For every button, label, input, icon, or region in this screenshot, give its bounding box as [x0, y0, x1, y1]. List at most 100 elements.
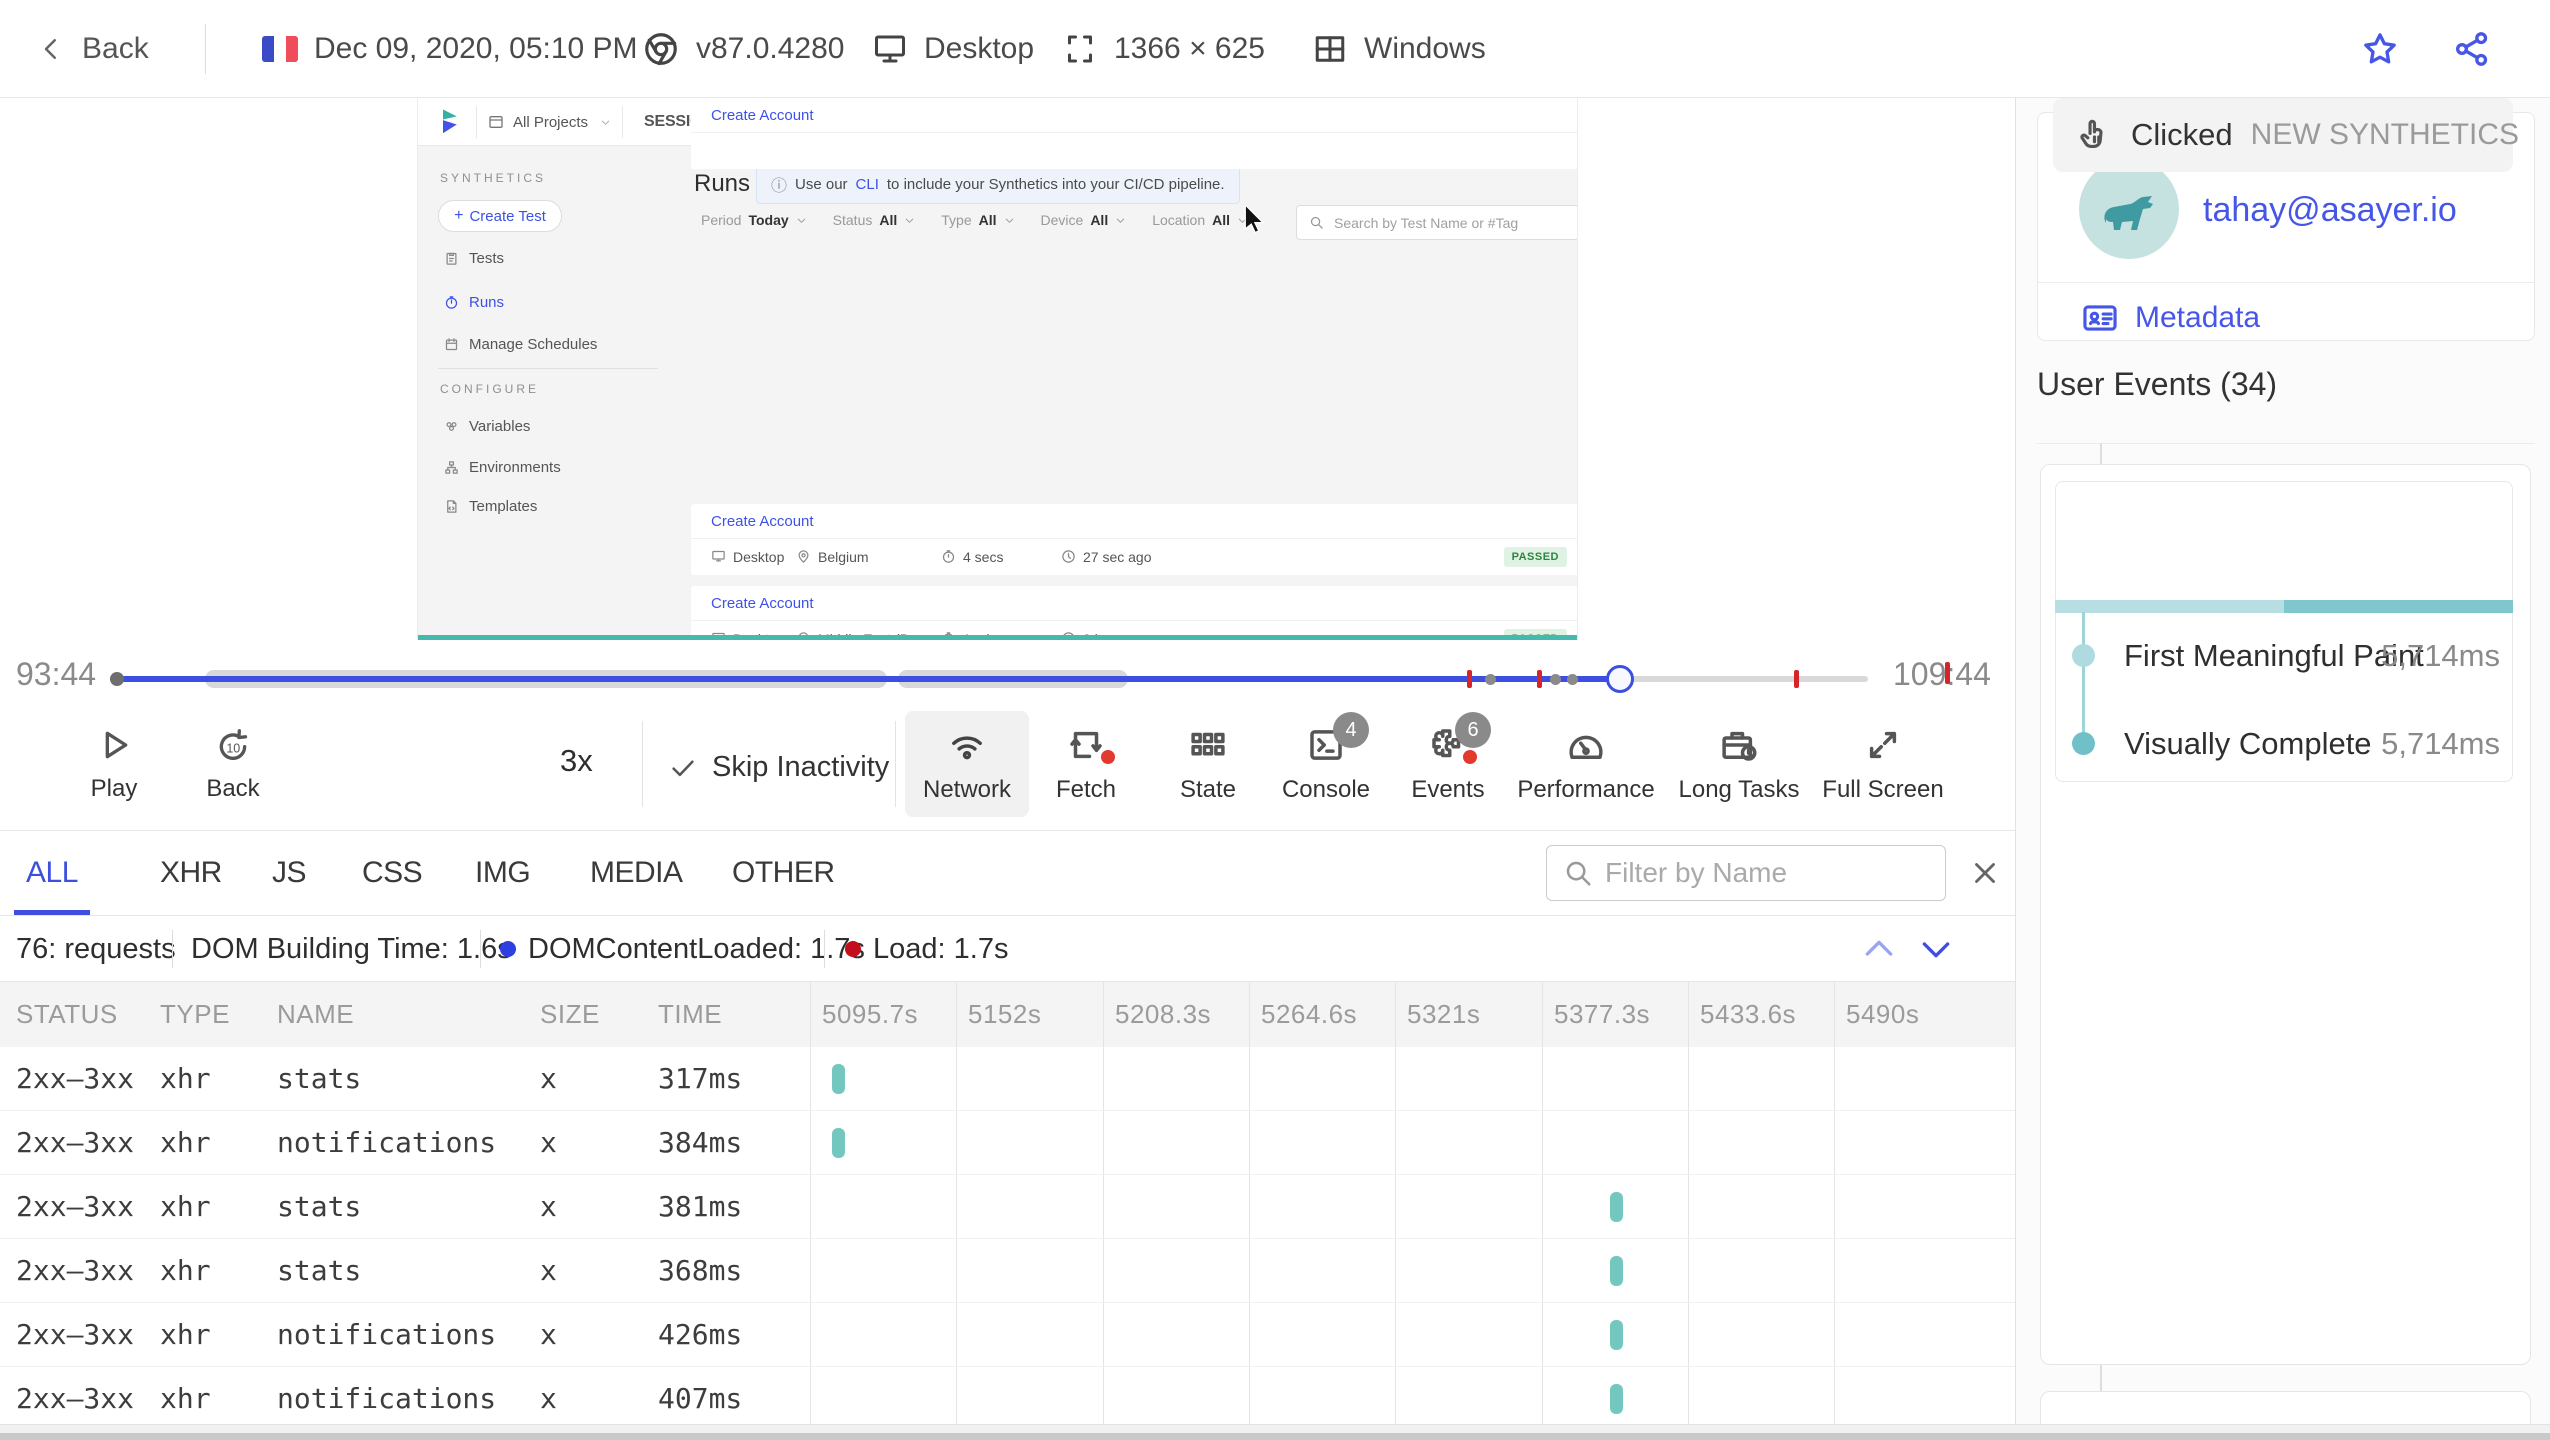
dcl-dot-icon: [500, 941, 516, 957]
click-hand-icon: [2075, 116, 2113, 154]
divider: [2037, 443, 2535, 444]
chevron-left-icon: [36, 34, 66, 64]
app-logo-icon: [438, 98, 468, 146]
filter-device: Device All: [1041, 212, 1127, 228]
app-side-runs: Runs: [444, 294, 504, 311]
event-clicked[interactable]: Clicked NEW SYNTHETICS: [2053, 98, 2519, 172]
timeline-progress: [110, 676, 1621, 682]
panel-events[interactable]: 6 Events: [1386, 711, 1510, 817]
skip-inactivity-toggle[interactable]: Skip Inactivity: [668, 751, 889, 784]
user-events-title: User Events (34): [2037, 366, 2278, 402]
error-marker-icon: [1467, 670, 1473, 688]
divider: [642, 721, 643, 807]
divider: [2038, 282, 2534, 283]
replayed-app-screenshot: All Projects SESSIONS ERRORS SYNTHETICS …: [417, 98, 1578, 640]
network-filter: [1546, 845, 1946, 901]
tab-css[interactable]: CSS: [350, 831, 434, 915]
speed-toggle[interactable]: 3x: [560, 743, 593, 779]
visually-complete-value: 5,714ms: [2381, 726, 2500, 761]
jump-next-button[interactable]: [1913, 926, 1959, 972]
metadata-button[interactable]: Metadata: [2081, 299, 2260, 337]
replay-viewport: All Projects SESSIONS ERRORS SYNTHETICS …: [0, 98, 2015, 640]
fullscreen-icon: [1862, 724, 1904, 766]
tick-label: 5321s: [1407, 999, 1481, 1029]
col-status: STATUS: [16, 999, 118, 1029]
request-row[interactable]: 2xx–3xx xhr notifications x 426ms: [0, 1303, 2015, 1367]
screen-size-icon: [1062, 31, 1098, 67]
play-icon: [94, 725, 134, 765]
network-table: 2xx–3xx xhr stats x 317ms 2xx–3xx xhr notifica…: [0, 1047, 2015, 1431]
tick-label: 5095.7s: [822, 999, 919, 1029]
divider: [172, 930, 173, 968]
panel-console[interactable]: 4 Console: [1264, 711, 1388, 817]
back-10-button[interactable]: 10 Back: [171, 711, 295, 817]
browser-info: v87.0.4280: [642, 0, 844, 98]
request-row[interactable]: 2xx–3xx xhr stats x 381ms: [0, 1175, 2015, 1239]
tab-all[interactable]: ALL: [14, 831, 90, 915]
waterfall-bar: [831, 1128, 845, 1158]
state-grid-icon: [1187, 724, 1229, 766]
divider: [438, 368, 658, 369]
panel-fetch[interactable]: Fetch: [1024, 711, 1148, 817]
back-button[interactable]: Back: [36, 0, 149, 98]
app-side-section2: CONFIGURE: [440, 382, 539, 396]
error-marker-icon: [1794, 670, 1800, 688]
speed-progress-light: [2055, 600, 2284, 613]
top-bar: Back Dec 09, 2020, 05:10 PM v87.0.4280 D…: [0, 0, 2550, 98]
event-marker-icon: [1484, 674, 1496, 685]
share-button[interactable]: [2452, 0, 2492, 98]
project-name: All Projects: [513, 113, 589, 131]
panel-performance[interactable]: Performance: [1517, 711, 1655, 817]
request-row[interactable]: 2xx–3xx xhr stats x 317ms: [0, 1047, 2015, 1111]
date-label: Dec 09, 2020, 05:10 PM: [314, 32, 638, 65]
tab-media[interactable]: MEDIA: [578, 831, 695, 915]
run-name-link: Create Account: [711, 106, 814, 124]
request-row[interactable]: 2xx–3xx xhr notifications x 384ms: [0, 1111, 2015, 1175]
filter-by-name-input[interactable]: [1605, 857, 1905, 889]
close-panel-button[interactable]: [1962, 850, 2008, 896]
panel-long-tasks[interactable]: Long Tasks: [1677, 711, 1801, 817]
error-marker-icon: [1945, 662, 1950, 684]
event-marker-icon: [1549, 674, 1561, 685]
user-email-link[interactable]: tahay@asayer.io: [2203, 191, 2457, 230]
favorite-button[interactable]: [2360, 0, 2400, 98]
app-search-box: Search by Test Name or #Tag: [1296, 205, 1577, 240]
tick-label: 5264.6s: [1261, 999, 1358, 1029]
jump-prev-button[interactable]: [1856, 926, 1902, 972]
device-info: Desktop: [872, 0, 1034, 98]
tab-xhr[interactable]: XHR: [148, 831, 234, 915]
device-label: Desktop: [924, 32, 1035, 65]
timeline-track[interactable]: [110, 665, 1868, 693]
waterfall-bar: [1610, 1192, 1624, 1222]
tick-label: 5433.6s: [1700, 999, 1797, 1029]
panel-state[interactable]: State: [1146, 711, 1270, 817]
panel-network[interactable]: Network: [905, 711, 1029, 817]
col-type: TYPE: [160, 999, 230, 1029]
app-search-placeholder: Search by Test Name or #Tag: [1334, 214, 1519, 231]
waterfall-bar: [831, 1064, 845, 1094]
fullscreen-button[interactable]: Full Screen: [1821, 711, 1945, 817]
status-badge: PASSED: [1503, 546, 1567, 567]
cli-banner: ⓘ Use our CLI to include your Synthetics…: [756, 164, 1240, 204]
tab-js[interactable]: JS: [260, 831, 318, 915]
visually-complete-dot-icon: [2072, 732, 2095, 755]
request-row[interactable]: 2xx–3xx xhr stats x 368ms: [0, 1239, 2015, 1303]
play-button[interactable]: Play: [52, 711, 176, 817]
fetch-icon: [1065, 724, 1115, 766]
tab-img[interactable]: IMG: [463, 831, 542, 915]
long-tasks-icon: [1718, 724, 1760, 766]
check-icon: [668, 753, 698, 783]
waterfall-bar: [1610, 1256, 1624, 1286]
cli-link: CLI: [855, 175, 879, 193]
tab-other[interactable]: OTHER: [720, 831, 847, 915]
divider: [205, 24, 206, 74]
run-filters: Period Today Status All Type All Device All …: [701, 212, 1248, 228]
app-side-templates: Templates: [444, 498, 537, 515]
dom-building-time: DOM Building Time: 1.6s: [191, 932, 512, 965]
request-row[interactable]: 2xx–3xx xhr notifications x 407ms: [0, 1367, 2015, 1431]
divider: [480, 930, 481, 968]
timeline: 93:44 109:44: [0, 640, 2015, 703]
playhead[interactable]: [1606, 665, 1635, 693]
event-marker-icon: [110, 672, 124, 686]
fetch-dot-icon: [1101, 750, 1115, 764]
